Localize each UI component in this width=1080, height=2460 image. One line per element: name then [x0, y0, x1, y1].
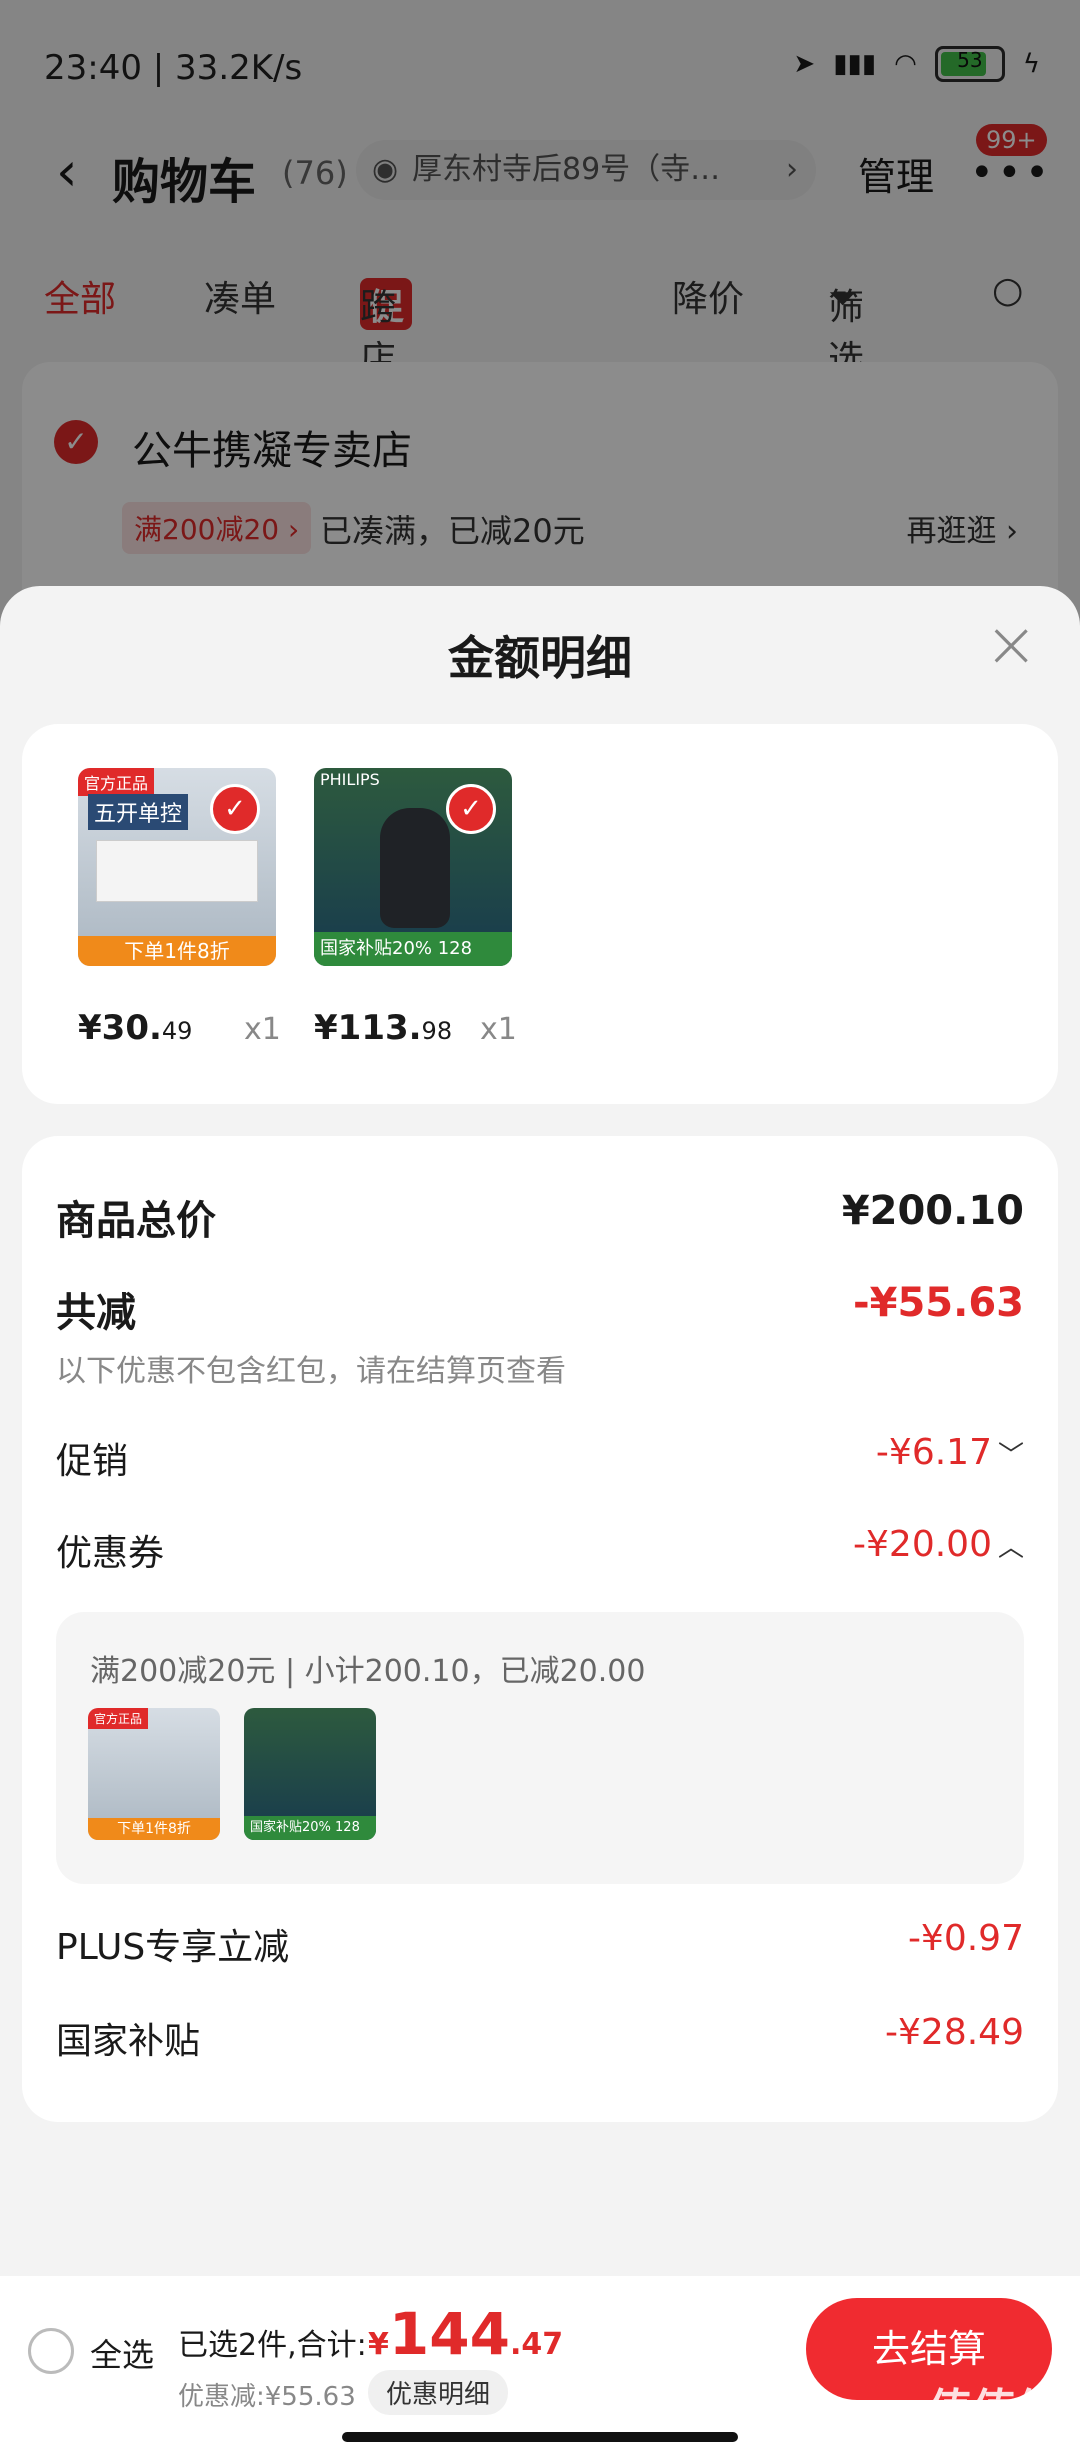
- discount-banner: 下单1件8折: [88, 1818, 220, 1840]
- coupon-detail-box: 满200减20元 | 小计200.10，已减20.00 官方正品 下单1件8折 …: [56, 1612, 1024, 1884]
- watermark-url: zhizhizhi.com: [936, 2432, 1058, 2453]
- total-label: 商品总价: [56, 1198, 216, 1244]
- brand-label: PHILIPS: [320, 770, 380, 789]
- shaver-image: [380, 808, 450, 928]
- sheet-title: 金额明细: [448, 631, 632, 685]
- total-value: ¥200.10: [841, 1188, 1024, 1234]
- selected-summary: 已选2件,合计:: [178, 2328, 367, 2363]
- coupon-detail-text: 满200减20元 | 小计200.10，已减20.00: [90, 1654, 646, 1689]
- note-text: 以下优惠不包含红包，请在结算页查看: [56, 1354, 566, 1389]
- reduce-label: 共减: [56, 1290, 136, 1336]
- product-qty: x1: [480, 1012, 517, 1047]
- product-image[interactable]: PHILIPS 国家补贴20% 128 ✓: [314, 768, 512, 966]
- coupon-product-thumb[interactable]: 国家补贴20% 128: [244, 1708, 376, 1840]
- plus-value: -¥0.97: [907, 1918, 1024, 1959]
- subsidy-value: -¥28.49: [885, 2012, 1024, 2053]
- plus-label: PLUS专享立减: [56, 1927, 290, 1968]
- select-all-checkbox[interactable]: [28, 2328, 74, 2374]
- chevron-down-icon: ﹀: [997, 1441, 1024, 1471]
- promo-label: 促销: [56, 1441, 129, 1482]
- total-amount: ¥144.47: [368, 2300, 564, 2368]
- official-tag: 官方正品: [78, 768, 155, 796]
- products-card: 官方正品 五开单控 下单1件8折 ✓ PHILIPS 国家补贴20% 128 ✓…: [22, 724, 1058, 1104]
- close-icon[interactable]: ×: [984, 608, 1038, 682]
- watermark: 值值值: [928, 2385, 1060, 2436]
- coupon-value: -¥20.00 ︿: [853, 1524, 1024, 1565]
- reduce-value: -¥55.63: [853, 1280, 1024, 1326]
- switch-image: [96, 840, 258, 902]
- chevron-up-icon: ︿: [997, 1533, 1024, 1563]
- subsidy-label: 国家补贴: [56, 2021, 201, 2062]
- product-price: ¥30.49: [78, 1008, 193, 1048]
- official-tag: 官方正品: [88, 1708, 149, 1729]
- product-title-label: 五开单控: [88, 794, 189, 830]
- price-breakdown-card: 商品总价 ¥200.10 共减 -¥55.63 以下优惠不包含红包，请在结算页查…: [22, 1136, 1058, 2122]
- select-all-label[interactable]: 全选: [90, 2330, 154, 2376]
- product-image[interactable]: 官方正品 五开单控 下单1件8折 ✓: [78, 768, 276, 966]
- saved-amount: 优惠减:¥55.63: [178, 2382, 356, 2412]
- selected-check-icon: ✓: [210, 784, 260, 834]
- product-qty: x1: [244, 1012, 281, 1047]
- discount-detail-button[interactable]: 优惠明细: [368, 2370, 509, 2415]
- amount-detail-sheet: 金额明细 × 官方正品 五开单控 下单1件8折 ✓ PHILIPS 国家补贴20…: [0, 586, 1080, 2460]
- coupon-product-thumb[interactable]: 官方正品 下单1件8折: [88, 1708, 220, 1840]
- selected-check-icon: ✓: [446, 784, 496, 834]
- home-indicator[interactable]: [342, 2432, 738, 2442]
- subsidy-banner: 国家补贴20% 128: [314, 932, 512, 966]
- coupon-label: 优惠券: [56, 1533, 165, 1574]
- subsidy-banner: 国家补贴20% 128: [244, 1816, 376, 1840]
- promo-value: -¥6.17 ﹀: [875, 1432, 1024, 1473]
- discount-banner: 下单1件8折: [78, 936, 276, 966]
- product-price: ¥113.98: [314, 1008, 453, 1048]
